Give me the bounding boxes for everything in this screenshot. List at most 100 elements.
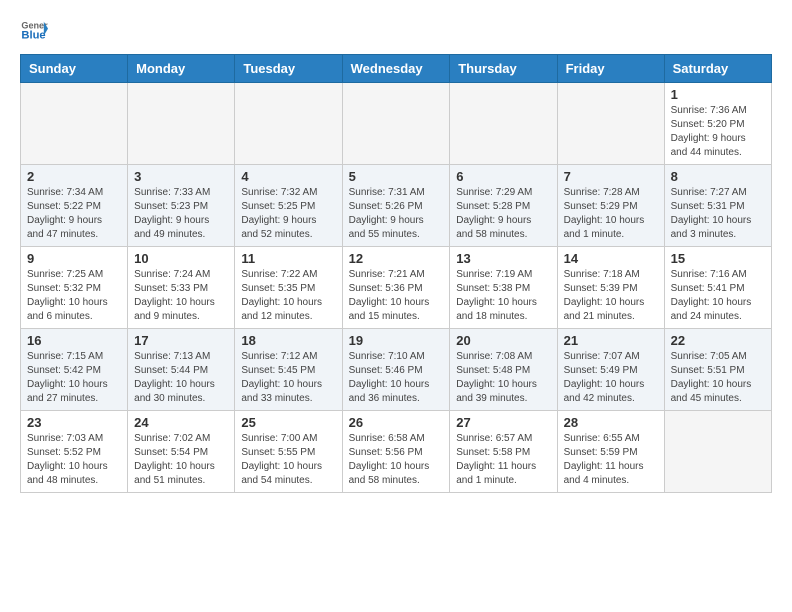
- calendar-cell: 21 Sunrise: 7:07 AM Sunset: 5:49 PM Dayli…: [557, 329, 664, 411]
- day-info: Sunrise: 7:03 AM Sunset: 5:52 PM Dayligh…: [27, 432, 121, 488]
- day-number: 22: [671, 333, 765, 348]
- day-info: Sunrise: 7:15 AM Sunset: 5:42 PM Dayligh…: [27, 350, 121, 406]
- day-info: Sunrise: 7:21 AM Sunset: 5:36 PM Dayligh…: [349, 268, 444, 324]
- header: General Blue: [20, 16, 772, 44]
- day-info: Sunrise: 7:25 AM Sunset: 5:32 PM Dayligh…: [27, 268, 121, 324]
- calendar-cell: 19 Sunrise: 7:10 AM Sunset: 5:46 PM Dayli…: [342, 329, 450, 411]
- calendar-cell: 16 Sunrise: 7:15 AM Sunset: 5:42 PM Dayli…: [21, 329, 128, 411]
- day-number: 2: [27, 169, 121, 184]
- day-number: 12: [349, 251, 444, 266]
- day-number: 8: [671, 169, 765, 184]
- calendar-cell: 8 Sunrise: 7:27 AM Sunset: 5:31 PM Daylig…: [664, 165, 771, 247]
- page: General Blue SundayMondayTuesdayWednesda…: [0, 0, 792, 509]
- day-number: 25: [241, 415, 335, 430]
- day-info: Sunrise: 6:58 AM Sunset: 5:56 PM Dayligh…: [349, 432, 444, 488]
- calendar-week-row: 23 Sunrise: 7:03 AM Sunset: 5:52 PM Dayli…: [21, 411, 772, 493]
- day-number: 24: [134, 415, 228, 430]
- day-number: 14: [564, 251, 658, 266]
- calendar-cell: 26 Sunrise: 6:58 AM Sunset: 5:56 PM Dayli…: [342, 411, 450, 493]
- day-number: 15: [671, 251, 765, 266]
- calendar-cell: 6 Sunrise: 7:29 AM Sunset: 5:28 PM Daylig…: [450, 165, 557, 247]
- day-info: Sunrise: 7:27 AM Sunset: 5:31 PM Dayligh…: [671, 186, 765, 242]
- day-info: Sunrise: 7:07 AM Sunset: 5:49 PM Dayligh…: [564, 350, 658, 406]
- day-info: Sunrise: 7:29 AM Sunset: 5:28 PM Dayligh…: [456, 186, 550, 242]
- day-info: Sunrise: 7:10 AM Sunset: 5:46 PM Dayligh…: [349, 350, 444, 406]
- day-info: Sunrise: 6:55 AM Sunset: 5:59 PM Dayligh…: [564, 432, 658, 488]
- day-number: 13: [456, 251, 550, 266]
- calendar-cell: 3 Sunrise: 7:33 AM Sunset: 5:23 PM Daylig…: [128, 165, 235, 247]
- day-number: 3: [134, 169, 228, 184]
- calendar-cell: 15Sunrise: 7:16 AM Sunset: 5:41 PM Dayli…: [664, 247, 771, 329]
- calendar-table: SundayMondayTuesdayWednesdayThursdayFrid…: [20, 54, 772, 493]
- day-info: Sunrise: 7:32 AM Sunset: 5:25 PM Dayligh…: [241, 186, 335, 242]
- day-info: Sunrise: 7:36 AM Sunset: 5:20 PM Dayligh…: [671, 104, 765, 160]
- weekday-header-sunday: Sunday: [21, 55, 128, 83]
- day-info: Sunrise: 7:08 AM Sunset: 5:48 PM Dayligh…: [456, 350, 550, 406]
- day-number: 11: [241, 251, 335, 266]
- calendar-cell: 11 Sunrise: 7:22 AM Sunset: 5:35 PM Dayli…: [235, 247, 342, 329]
- weekday-header-tuesday: Tuesday: [235, 55, 342, 83]
- weekday-header-monday: Monday: [128, 55, 235, 83]
- calendar-week-row: 1 Sunrise: 7:36 AM Sunset: 5:20 PM Daylig…: [21, 83, 772, 165]
- day-info: Sunrise: 7:22 AM Sunset: 5:35 PM Dayligh…: [241, 268, 335, 324]
- day-info: Sunrise: 7:13 AM Sunset: 5:44 PM Dayligh…: [134, 350, 228, 406]
- calendar-cell: [342, 83, 450, 165]
- calendar-cell: 2 Sunrise: 7:34 AM Sunset: 5:22 PM Daylig…: [21, 165, 128, 247]
- day-number: 18: [241, 333, 335, 348]
- calendar-cell: 24 Sunrise: 7:02 AM Sunset: 5:54 PM Dayli…: [128, 411, 235, 493]
- calendar-cell: [557, 83, 664, 165]
- day-info: Sunrise: 7:19 AM Sunset: 5:38 PM Dayligh…: [456, 268, 550, 324]
- calendar-cell: 13 Sunrise: 7:19 AM Sunset: 5:38 PM Dayli…: [450, 247, 557, 329]
- calendar-cell: [128, 83, 235, 165]
- day-number: 9: [27, 251, 121, 266]
- day-number: 23: [27, 415, 121, 430]
- weekday-header-thursday: Thursday: [450, 55, 557, 83]
- calendar-cell: 17 Sunrise: 7:13 AM Sunset: 5:44 PM Dayli…: [128, 329, 235, 411]
- logo-area: General Blue: [20, 16, 52, 44]
- day-info: Sunrise: 7:00 AM Sunset: 5:55 PM Dayligh…: [241, 432, 335, 488]
- calendar-cell: 25 Sunrise: 7:00 AM Sunset: 5:55 PM Dayli…: [235, 411, 342, 493]
- calendar-cell: [21, 83, 128, 165]
- weekday-header-wednesday: Wednesday: [342, 55, 450, 83]
- calendar-cell: 22 Sunrise: 7:05 AM Sunset: 5:51 PM Dayli…: [664, 329, 771, 411]
- calendar-cell: 5Sunrise: 7:31 AM Sunset: 5:26 PM Daylig…: [342, 165, 450, 247]
- day-number: 17: [134, 333, 228, 348]
- day-info: Sunrise: 7:18 AM Sunset: 5:39 PM Dayligh…: [564, 268, 658, 324]
- day-number: 26: [349, 415, 444, 430]
- day-info: Sunrise: 7:02 AM Sunset: 5:54 PM Dayligh…: [134, 432, 228, 488]
- calendar-cell: 1 Sunrise: 7:36 AM Sunset: 5:20 PM Daylig…: [664, 83, 771, 165]
- calendar-cell: 28 Sunrise: 6:55 AM Sunset: 5:59 PM Dayli…: [557, 411, 664, 493]
- day-info: Sunrise: 7:24 AM Sunset: 5:33 PM Dayligh…: [134, 268, 228, 324]
- day-number: 1: [671, 87, 765, 102]
- day-number: 6: [456, 169, 550, 184]
- weekday-header-saturday: Saturday: [664, 55, 771, 83]
- calendar-cell: [664, 411, 771, 493]
- calendar-cell: [450, 83, 557, 165]
- calendar-cell: 9 Sunrise: 7:25 AM Sunset: 5:32 PM Daylig…: [21, 247, 128, 329]
- calendar-cell: 23 Sunrise: 7:03 AM Sunset: 5:52 PM Dayli…: [21, 411, 128, 493]
- day-number: 7: [564, 169, 658, 184]
- day-number: 19: [349, 333, 444, 348]
- calendar-cell: 27Sunrise: 6:57 AM Sunset: 5:58 PM Dayli…: [450, 411, 557, 493]
- calendar-cell: 18Sunrise: 7:12 AM Sunset: 5:45 PM Dayli…: [235, 329, 342, 411]
- calendar-cell: 10Sunrise: 7:24 AM Sunset: 5:33 PM Dayli…: [128, 247, 235, 329]
- day-info: Sunrise: 7:33 AM Sunset: 5:23 PM Dayligh…: [134, 186, 228, 242]
- day-number: 5: [349, 169, 444, 184]
- day-number: 27: [456, 415, 550, 430]
- day-number: 4: [241, 169, 335, 184]
- calendar-cell: 7 Sunrise: 7:28 AM Sunset: 5:29 PM Daylig…: [557, 165, 664, 247]
- day-number: 20: [456, 333, 550, 348]
- day-info: Sunrise: 7:05 AM Sunset: 5:51 PM Dayligh…: [671, 350, 765, 406]
- day-number: 16: [27, 333, 121, 348]
- calendar-cell: 12 Sunrise: 7:21 AM Sunset: 5:36 PM Dayli…: [342, 247, 450, 329]
- day-number: 21: [564, 333, 658, 348]
- svg-text:Blue: Blue: [21, 29, 45, 41]
- day-info: Sunrise: 7:28 AM Sunset: 5:29 PM Dayligh…: [564, 186, 658, 242]
- weekday-header-friday: Friday: [557, 55, 664, 83]
- calendar-cell: 14 Sunrise: 7:18 AM Sunset: 5:39 PM Dayli…: [557, 247, 664, 329]
- calendar-cell: 4 Sunrise: 7:32 AM Sunset: 5:25 PM Daylig…: [235, 165, 342, 247]
- calendar-week-row: 2 Sunrise: 7:34 AM Sunset: 5:22 PM Daylig…: [21, 165, 772, 247]
- day-info: Sunrise: 7:34 AM Sunset: 5:22 PM Dayligh…: [27, 186, 121, 242]
- day-number: 28: [564, 415, 658, 430]
- calendar-cell: 20 Sunrise: 7:08 AM Sunset: 5:48 PM Dayli…: [450, 329, 557, 411]
